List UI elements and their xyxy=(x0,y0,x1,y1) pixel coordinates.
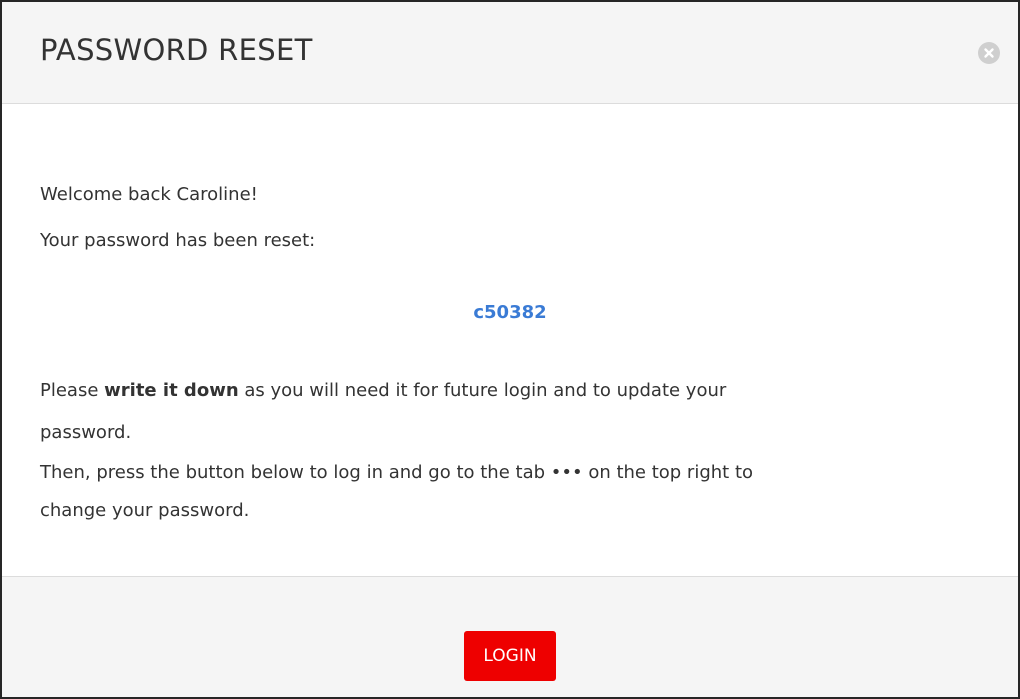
instruction-suffix: as you will need it for future login and… xyxy=(238,380,727,401)
dialog-header: PASSWORD RESET xyxy=(2,2,1018,104)
dialog-title: PASSWORD RESET xyxy=(40,33,313,67)
instruction-emphasis: write it down xyxy=(104,380,239,401)
new-password-code: c50382 xyxy=(473,302,547,323)
password-reset-dialog: PASSWORD RESET Welcome back Caroline! Yo… xyxy=(0,0,1020,699)
instruction-prefix: Please xyxy=(40,380,105,401)
dialog-body: Welcome back Caroline! Your password has… xyxy=(2,104,1018,576)
reset-message-text: Your password has been reset: xyxy=(40,230,316,251)
then-line-1: Then, press the button below to log in a… xyxy=(40,462,754,483)
close-icon xyxy=(984,48,994,58)
then-line-2: change your password. xyxy=(40,500,250,521)
dialog-footer: LOGIN xyxy=(2,576,1018,697)
close-button[interactable] xyxy=(978,42,1000,64)
login-button[interactable]: LOGIN xyxy=(464,631,556,681)
greeting-text: Welcome back Caroline! xyxy=(40,184,258,205)
instruction-line-1: Please write it down as you will need it… xyxy=(40,382,726,400)
instruction-line-2: password. xyxy=(40,422,132,443)
